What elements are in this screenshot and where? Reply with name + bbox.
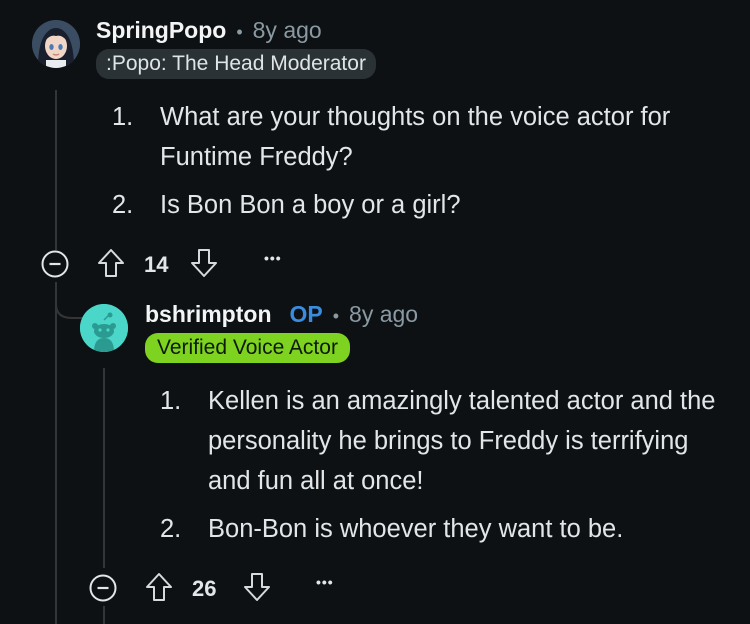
list-item: 1. What are your thoughts on the voice a… (112, 97, 722, 177)
snoo-avatar-icon (80, 304, 128, 352)
thread-line-reply-lower[interactable] (103, 606, 105, 624)
thread-line-main-lower[interactable] (55, 282, 57, 624)
list-item: 2. Bon-Bon is whoever they want to be. (160, 509, 720, 549)
list-number: 1. (160, 387, 182, 415)
thread-line-reply[interactable] (103, 368, 105, 568)
anime-avatar-icon (32, 20, 80, 68)
thread-line-main[interactable] (55, 90, 57, 250)
list-number: 2. (112, 191, 134, 219)
comment1-header: SpringPopo • 8y ago (96, 17, 322, 44)
score: 26 (192, 576, 217, 601)
list-item: 1. Kellen is an amazingly talented actor… (160, 381, 720, 501)
user-flair: :Popo: The Head Moderator (96, 49, 376, 79)
list-number: 2. (160, 515, 182, 543)
list-text: Bon-Bon is whoever they want to be. (208, 515, 624, 543)
username-springpopo[interactable]: SpringPopo (96, 17, 226, 44)
downvote-icon[interactable] (189, 247, 219, 279)
comment-age[interactable]: 8y ago (349, 301, 418, 328)
comment2-body: 1. Kellen is an amazingly talented actor… (160, 381, 720, 557)
list-item: 2. Is Bon Bon a boy or a girl? (112, 185, 722, 225)
more-options-icon[interactable]: ••• (316, 574, 334, 590)
separator-dot: • (332, 306, 340, 326)
comment-age[interactable]: 8y ago (253, 17, 322, 44)
downvote-icon[interactable] (242, 571, 272, 603)
list-text: Kellen is an amazingly talented actor an… (208, 387, 716, 495)
separator-dot: • (236, 22, 243, 42)
score: 14 (144, 252, 169, 277)
avatar-springpopo[interactable] (32, 20, 80, 68)
avatar-bshrimpton[interactable] (80, 304, 128, 352)
upvote-icon[interactable] (144, 571, 174, 603)
list-text: What are your thoughts on the voice acto… (160, 103, 671, 171)
op-badge: OP (289, 301, 323, 327)
collapse-icon[interactable] (41, 250, 69, 278)
comment1-body: 1. What are your thoughts on the voice a… (112, 97, 722, 233)
username-bshrimpton[interactable]: bshrimpton (145, 301, 272, 328)
upvote-icon[interactable] (96, 247, 126, 279)
comment2-header: bshrimpton OP • 8y ago (145, 301, 418, 328)
list-text: Is Bon Bon a boy or a girl? (160, 191, 461, 219)
more-options-icon[interactable]: ••• (264, 250, 282, 266)
verified-flair: Verified Voice Actor (145, 333, 350, 363)
collapse-icon[interactable] (89, 574, 117, 602)
list-number: 1. (112, 103, 134, 131)
